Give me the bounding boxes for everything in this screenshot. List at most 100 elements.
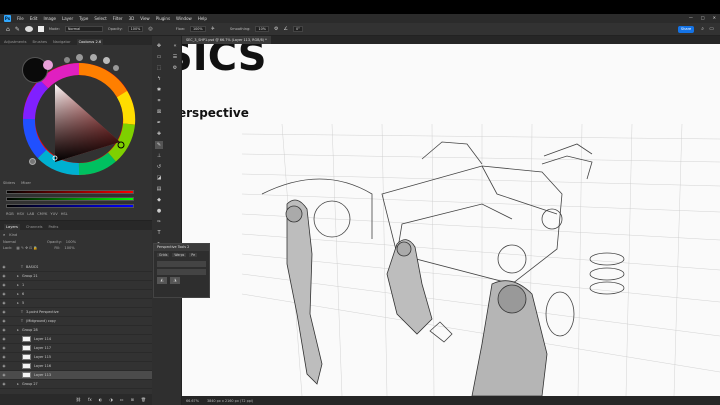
visibility-eye-icon[interactable]: ◉ [0, 382, 8, 386]
type-tool-icon[interactable]: T [155, 229, 163, 237]
brush-tool-icon[interactable]: ✎ [15, 26, 20, 33]
mode-rgb[interactable]: RGB [6, 212, 14, 216]
properties-panel-icon[interactable]: ⚙ [171, 64, 179, 72]
flow-field[interactable]: 100% [189, 26, 206, 32]
document-tab[interactable]: SEC_3_SHP1.psd @ 66.7% (Layer 113, RGB/8… [182, 36, 271, 44]
layer-row[interactable]: ◉ ▸ Group 27 [0, 380, 152, 389]
perspective-tools-title[interactable]: Perspective Tools 2 [154, 244, 209, 251]
home-icon[interactable]: ⌂ [6, 26, 10, 33]
layer-row[interactable]: ◉ ▸ Group 21 [0, 272, 152, 281]
preset-dot-icon[interactable] [103, 57, 110, 64]
folder-icon[interactable]: ▸ [14, 382, 22, 386]
menu-filter[interactable]: Filter [113, 16, 123, 21]
menu-edit[interactable]: Edit [30, 16, 38, 21]
layer-row[interactable]: ◉ Layer 116 [0, 362, 152, 371]
zoom-level[interactable]: 66.67% [186, 399, 199, 403]
crop-tool-icon[interactable]: ⌗ [155, 97, 163, 105]
history-panel-icon[interactable]: ☰ [171, 53, 179, 61]
visibility-eye-icon[interactable]: ◉ [0, 319, 8, 323]
minimize-button[interactable]: — [689, 15, 693, 20]
panel-collapse-icon[interactable]: « [171, 42, 179, 50]
mode-hsl[interactable]: HSL [61, 212, 68, 216]
layer-row[interactable]: ◉ T BASICS [0, 263, 152, 272]
adjustment-layer-icon[interactable]: ◑ [109, 397, 113, 402]
layer-row[interactable]: ◉ Layer 114 [0, 335, 152, 344]
visibility-eye-icon[interactable]: ◉ [0, 337, 8, 341]
fill-field[interactable]: 100% [64, 246, 74, 250]
tab-brushes[interactable]: Brushes [33, 40, 47, 45]
pen-tool-icon[interactable]: ✑ [155, 218, 163, 226]
mode-cmyk[interactable]: CMYK [37, 212, 47, 216]
layer-row[interactable]: ◉ Layer 115 [0, 353, 152, 362]
preset-dot-icon[interactable] [64, 57, 70, 63]
healing-tool-icon[interactable]: ✚ [155, 130, 163, 138]
blur-tool-icon[interactable]: ◆ [155, 196, 163, 204]
artboard-tool-icon[interactable]: ▭ [155, 53, 163, 61]
share-button[interactable]: Share [678, 26, 694, 33]
brush-preset-picker[interactable] [24, 26, 33, 32]
menu-image[interactable]: Image [43, 16, 56, 21]
tab-layers[interactable]: Layers [4, 224, 20, 230]
visibility-eye-icon[interactable]: ◉ [0, 310, 8, 314]
menu-layer[interactable]: Layer [62, 16, 73, 21]
brush-settings-icon[interactable] [37, 26, 44, 32]
layer-row[interactable]: ◉ ▸ Group 28 [0, 326, 152, 335]
workspace-icon[interactable]: ▭ [709, 26, 714, 32]
dodge-tool-icon[interactable]: ● [155, 207, 163, 215]
tab-grids[interactable]: Grids [157, 253, 170, 257]
visibility-eye-icon[interactable]: ◉ [0, 301, 8, 305]
mode-lab[interactable]: LAB [27, 212, 34, 216]
layer-mask-icon[interactable]: ◐ [99, 397, 103, 402]
opacity-field[interactable]: 100% [127, 26, 144, 32]
pressure-opacity-icon[interactable]: ◎ [148, 26, 152, 32]
menu-plugins[interactable]: Plugins [156, 16, 170, 21]
folder-icon[interactable]: ▸ [14, 301, 22, 305]
mode-hsv[interactable]: HSV [17, 212, 24, 216]
tab-warps[interactable]: Warps [172, 253, 187, 257]
tab-adjustments[interactable]: Adjustments [4, 40, 27, 45]
folder-icon[interactable]: ▸ [14, 283, 22, 287]
move-tool-icon[interactable]: ✥ [155, 42, 163, 50]
angle-field[interactable]: 0° [293, 26, 303, 32]
folder-icon[interactable]: ▸ [14, 328, 22, 332]
new-group-icon[interactable]: ▭ [120, 397, 124, 402]
link-layers-icon[interactable]: ⛓ [76, 397, 81, 402]
perspective-icon-b[interactable]: ◮ [170, 277, 180, 284]
preset-dot-icon[interactable] [76, 54, 83, 61]
brush-tool-icon[interactable]: ✎ [155, 141, 163, 149]
filter-kind-select[interactable]: Kind [9, 233, 17, 237]
menu-view[interactable]: View [140, 16, 150, 21]
perspective-grid-button[interactable] [157, 261, 206, 267]
blue-slider[interactable] [6, 204, 134, 208]
clone-stamp-tool-icon[interactable]: ⊥ [155, 152, 163, 160]
mode-yuv[interactable]: YUV [50, 212, 57, 216]
frame-tool-icon[interactable]: ⊠ [155, 108, 163, 116]
visibility-eye-icon[interactable]: ◉ [0, 373, 8, 377]
tab-sliders[interactable]: Sliders [3, 181, 15, 185]
menu-3d[interactable]: 3D [129, 16, 135, 21]
layer-style-icon[interactable]: fx [88, 397, 92, 402]
blend-mode-select[interactable]: Normal [3, 240, 43, 244]
folder-icon[interactable]: ▸ [14, 292, 22, 296]
tab-paths[interactable]: Paths [49, 225, 59, 230]
lasso-tool-icon[interactable]: ϟ [155, 75, 163, 83]
tab-coolorus[interactable]: Coolorus 2.6 [76, 39, 104, 45]
menu-window[interactable]: Window [176, 16, 192, 21]
mode-select[interactable]: Normal [64, 26, 103, 32]
tab-pe[interactable]: Pe [189, 253, 198, 257]
visibility-eye-icon[interactable]: ◉ [0, 292, 8, 296]
visibility-eye-icon[interactable]: ◉ [0, 274, 8, 278]
perspective-warp-button[interactable] [157, 269, 206, 275]
background-color-swatch[interactable] [43, 60, 53, 70]
visibility-eye-icon[interactable]: ◉ [0, 355, 8, 359]
layer-row[interactable]: ◉ T (Midground) copy [0, 317, 152, 326]
perspective-icon-a[interactable]: ◭ [157, 277, 167, 284]
red-slider[interactable] [6, 190, 134, 194]
menu-file[interactable]: File [17, 16, 24, 21]
close-button[interactable]: ✕ [713, 15, 716, 20]
canvas[interactable]: SICS erspective [182, 44, 720, 396]
document-dimensions[interactable]: 3840 px x 2160 px (72 ppi) [207, 399, 253, 403]
visibility-eye-icon[interactable]: ◉ [0, 364, 8, 368]
tab-mixer[interactable]: Mixer [21, 181, 31, 185]
visibility-eye-icon[interactable]: ◉ [0, 346, 8, 350]
